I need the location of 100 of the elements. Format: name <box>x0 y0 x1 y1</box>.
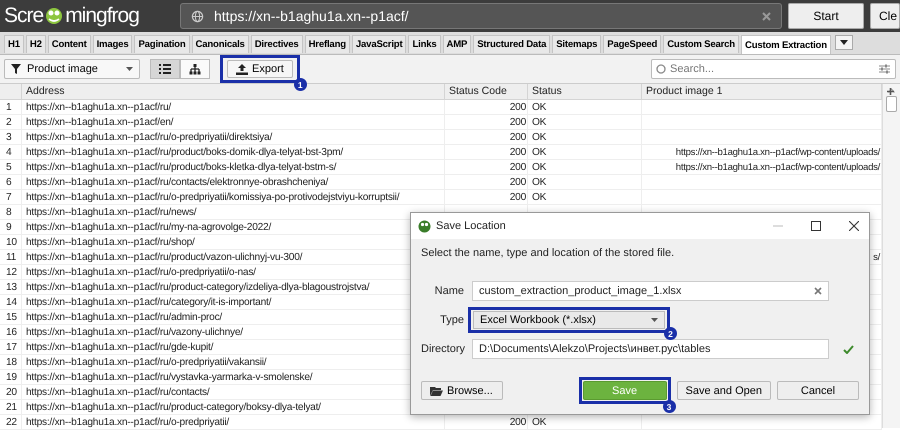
filter-icon <box>11 64 21 74</box>
table-cell: OK <box>532 116 546 128</box>
add-column-icon[interactable] <box>887 88 894 95</box>
row-number: 8 <box>0 205 22 219</box>
table-cell: https://xn--b1aghu1a.xn--p1acf/en/ <box>22 115 445 129</box>
table-cell: OK <box>532 192 546 202</box>
table-cell: OK <box>532 162 546 172</box>
tab[interactable]: Sitemaps <box>552 35 602 53</box>
field-label: Type <box>439 314 464 326</box>
table-cell: https://xn--b1aghu1a.xn--p1acf/ru/product/boks-domik-dlya-telyat-bst-3pm/ <box>22 145 445 159</box>
row-number: 20 <box>0 385 22 399</box>
name-field[interactable]: custom_extraction_product_image_1.xlsx <box>472 281 829 301</box>
row-number: 3 <box>0 130 22 144</box>
table-cell: OK <box>532 146 546 158</box>
row-number: 7 <box>0 190 22 204</box>
frog-icon <box>418 220 431 232</box>
toolbar-button[interactable]: Cle <box>870 3 900 29</box>
tab[interactable]: Links <box>408 35 440 53</box>
table-cell: 200 <box>510 102 526 112</box>
url-field[interactable]: https://xn--b1aghu1a.xn--p1acf/ <box>180 3 782 29</box>
table-cell: 200 <box>510 192 526 202</box>
table-cell: OK <box>532 102 546 112</box>
row-number: 5 <box>0 160 22 174</box>
column-header[interactable]: Status Code <box>445 84 528 99</box>
directory-field[interactable]: D:\Documents\Alekzo\Projects\инвет.рус\tables <box>472 339 829 359</box>
scrollbar[interactable] <box>882 84 900 428</box>
tree-view-button[interactable] <box>180 59 210 79</box>
caret-icon <box>126 67 133 71</box>
caret-icon <box>651 318 658 322</box>
toolbar-button[interactable]: Start <box>788 3 864 29</box>
list-view-button[interactable] <box>150 59 180 79</box>
field-label: Name <box>434 285 464 297</box>
row-number: 9 <box>0 220 22 234</box>
tab[interactable]: Images <box>92 35 132 53</box>
search-field[interactable]: Search... <box>651 59 896 79</box>
clear-icon[interactable] <box>814 287 822 295</box>
hierarchy-icon <box>189 64 201 74</box>
tab[interactable]: Hreflang <box>304 35 350 53</box>
field-label: Directory <box>421 343 464 355</box>
row-number: 6 <box>0 175 22 189</box>
table-cell: 200 <box>510 176 526 188</box>
maximize-icon[interactable] <box>811 221 821 231</box>
table-cell: https://xn--b1aghu1a.xn--p1acf/ru/o-predpriyatii/direktsiya/ <box>22 130 445 144</box>
tab[interactable]: Pagination <box>134 35 190 53</box>
table-cell: 200 <box>510 162 526 172</box>
tab[interactable]: Directives <box>250 35 303 53</box>
logo-text: mingfrog <box>65 4 139 28</box>
row-number: 17 <box>0 340 22 354</box>
upload-icon <box>236 64 248 74</box>
search-icon <box>656 64 666 74</box>
tab[interactable]: PageSpeed <box>603 35 662 53</box>
tab[interactable]: Canonicals <box>192 35 249 53</box>
tab[interactable]: H1 <box>4 35 24 53</box>
tab-overflow-button[interactable] <box>834 35 853 50</box>
type-dropdown[interactable]: Excel Workbook (*.xlsx) <box>473 311 665 329</box>
callout-badge: 1 <box>294 78 307 91</box>
row-number: 22 <box>0 415 22 429</box>
dialog-button[interactable]: Cancel <box>777 381 859 400</box>
table-cell: 200 <box>510 116 526 128</box>
table-cell: https://xn--b1aghu1a.xn--p1acf/ru/ <box>22 100 445 114</box>
tab[interactable]: Custom Search <box>663 35 739 53</box>
row-number: 19 <box>0 370 22 384</box>
row-number: 4 <box>0 145 22 159</box>
tab[interactable]: Structured Data <box>473 35 550 53</box>
close-icon[interactable] <box>849 221 859 231</box>
row-number: 2 <box>0 115 22 129</box>
folder-icon <box>430 386 443 396</box>
row-number: 21 <box>0 400 22 414</box>
tab[interactable]: JavaScript <box>352 35 406 53</box>
clear-icon[interactable] <box>762 12 771 20</box>
column-header[interactable]: Status <box>528 84 642 99</box>
row-number: 11 <box>0 250 22 264</box>
browse-button[interactable]: Browse... <box>421 381 503 400</box>
filter-settings-icon[interactable] <box>879 64 890 74</box>
row-number: 13 <box>0 280 22 294</box>
row-number: 10 <box>0 235 22 249</box>
callout-badge: 3 <box>662 400 676 413</box>
caret-icon <box>840 40 848 45</box>
table-cell: 200 <box>510 146 526 158</box>
table-cell: OK <box>532 132 546 142</box>
dialog-title: Save Location <box>436 220 506 232</box>
tab[interactable]: Custom Extraction <box>740 35 831 54</box>
table-cell: OK <box>532 176 546 188</box>
tab[interactable]: H2 <box>26 35 46 53</box>
tab[interactable]: Content <box>48 35 91 53</box>
row-number: 14 <box>0 295 22 309</box>
frog-logo-icon <box>44 6 64 26</box>
filter-dropdown[interactable]: Product image <box>4 59 140 79</box>
logo-text: Scre <box>4 4 44 28</box>
table-cell: https://xn--b1aghu1a.xn--p1acf/ru/o-predpriyatii/komissiya-po-protivodejstviyu-korruptsii/ <box>22 190 445 204</box>
row-number: 1 <box>0 100 22 114</box>
list-icon <box>159 64 171 74</box>
table-cell: https://xn--b1aghu1a.xn--p1acf/ru/product/boks-kletka-dlya-telyat-bstm-s/ <box>22 160 445 174</box>
dialog-button[interactable]: Save and Open <box>676 381 771 400</box>
row-number: 12 <box>0 265 22 279</box>
tab[interactable]: AMP <box>442 35 472 53</box>
row-number: 18 <box>0 355 22 369</box>
export-button[interactable]: Export <box>227 60 293 78</box>
callout-badge: 2 <box>664 327 677 340</box>
table-cell: OK <box>532 416 546 428</box>
